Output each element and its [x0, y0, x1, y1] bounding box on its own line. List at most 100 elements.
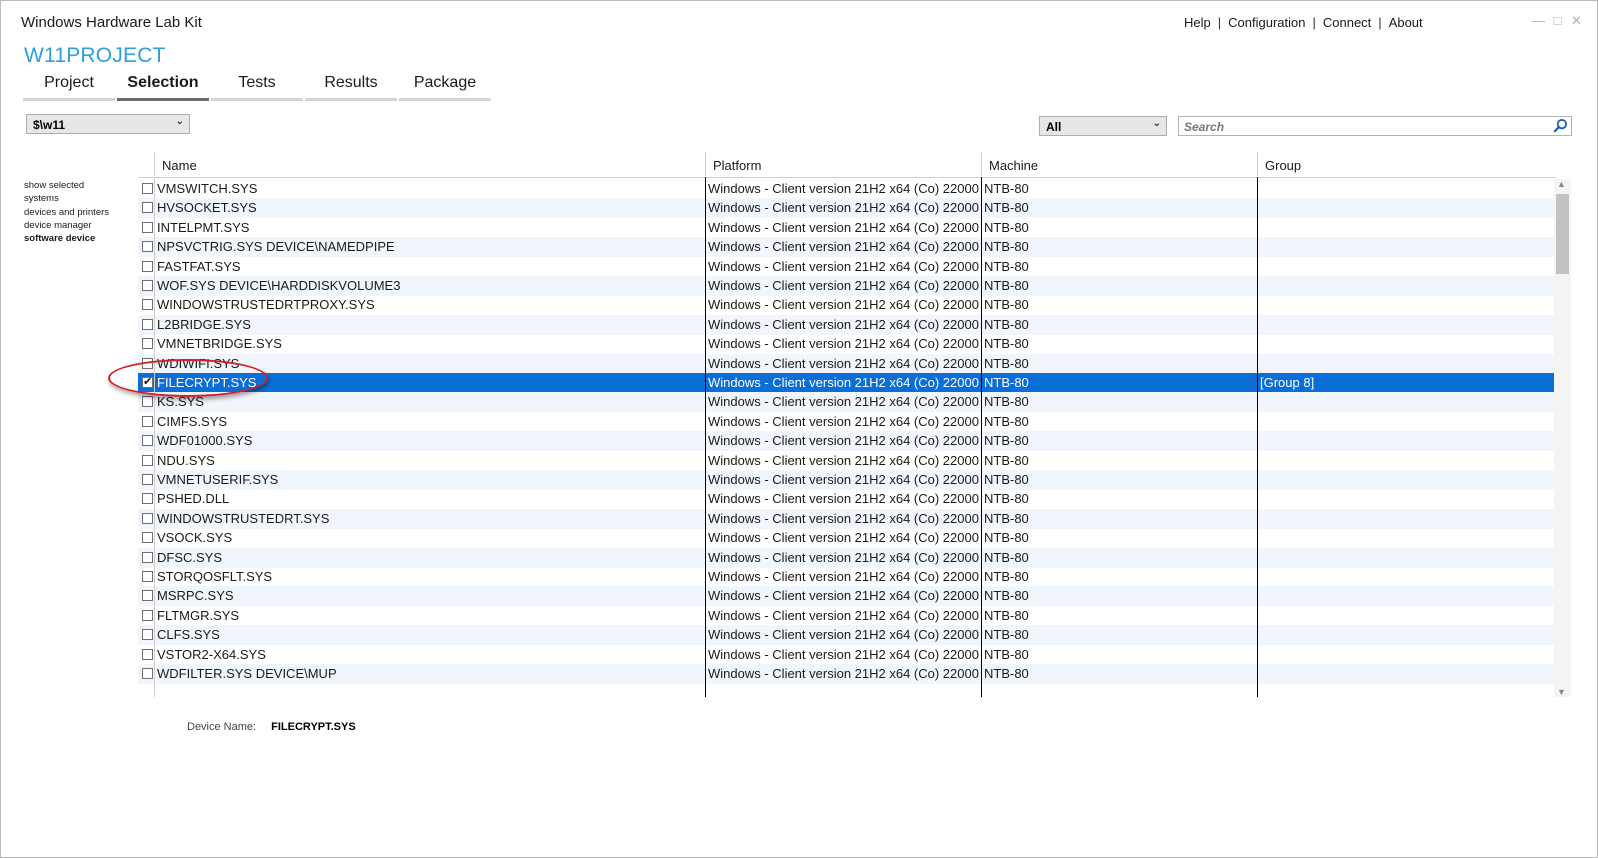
chevron-down-icon: ⌄ [1152, 118, 1161, 129]
table-row[interactable]: MSRPC.SYS Windows - Client version 21H2 x… [138, 586, 1556, 607]
table-row[interactable]: FLTMGR.SYS Windows - Client version 21H2 … [138, 606, 1556, 626]
table-row[interactable]: VMNETUSERIF.SYS Windows - Client version … [138, 470, 1556, 490]
row-checkbox[interactable] [142, 415, 153, 427]
side-nav-device-manager[interactable]: device manager [24, 219, 109, 232]
row-checkbox[interactable] [142, 493, 153, 505]
cell-machine: NTB-80 [984, 510, 1029, 526]
cell-platform: Windows - Client version 21H2 x64 (Co) 2… [708, 588, 979, 604]
row-checkbox[interactable] [142, 299, 153, 311]
machine-pool-select[interactable]: $\w11 ⌄ [26, 114, 190, 134]
cell-machine: NTB-80 [984, 627, 1029, 643]
table-row[interactable]: NPSVCTRIG.SYS DEVICE\NAMEDPIPE Windows - … [138, 237, 1556, 258]
cell-platform: Windows - Client version 21H2 x64 (Co) 2… [708, 607, 979, 623]
search-box[interactable]: Search [1178, 116, 1572, 136]
row-checkbox[interactable] [142, 590, 153, 602]
table-row[interactable]: FILECRYPT.SYS Windows - Client version 21… [138, 373, 1556, 393]
cell-machine: NTB-80 [984, 258, 1029, 274]
row-checkbox[interactable] [142, 668, 153, 679]
app-window: Windows Hardware Lab Kit Help | Configur… [0, 0, 1598, 858]
table-row[interactable]: WOF.SYS DEVICE\HARDDISKVOLUME3 Windows - … [138, 276, 1556, 296]
cell-platform: Windows - Client version 21H2 x64 (Co) 2… [708, 510, 979, 526]
row-checkbox[interactable] [142, 375, 153, 388]
tab-package[interactable]: Package [399, 74, 491, 101]
row-checkbox[interactable] [142, 571, 153, 582]
cell-machine: NTB-80 [984, 297, 1029, 313]
connect-link[interactable]: Connect [1323, 15, 1371, 30]
side-nav-show-selected[interactable]: show selected [24, 179, 109, 192]
table-row[interactable]: WINDOWSTRUSTEDRT.SYS Windows - Client ver… [138, 508, 1556, 529]
configuration-link[interactable]: Configuration [1228, 15, 1305, 30]
row-checkbox[interactable] [142, 260, 153, 272]
scroll-up-icon[interactable]: ▲ [1557, 179, 1566, 189]
row-checkbox[interactable] [142, 435, 153, 447]
table-row[interactable]: PSHED.DLL Windows - Client version 21H2 x… [138, 489, 1556, 509]
table-row[interactable]: CIMFS.SYS Windows - Client version 21H2 x… [138, 412, 1556, 432]
table-row[interactable]: STORQOSFLT.SYS Windows - Client version 2… [138, 567, 1556, 587]
table-row[interactable]: L2BRIDGE.SYS Windows - Client version 21H… [138, 314, 1556, 335]
side-nav-software-device[interactable]: software device [24, 232, 109, 245]
column-header-machine[interactable]: Machine [989, 158, 1038, 173]
grid-scrollbar[interactable]: ▲ ▼ [1554, 179, 1571, 697]
column-header-name[interactable]: Name [162, 158, 197, 173]
column-header-platform[interactable]: Platform [713, 158, 761, 173]
row-checkbox[interactable] [142, 551, 153, 563]
cell-machine: NTB-80 [984, 200, 1029, 216]
close-icon[interactable]: ✕ [1570, 13, 1583, 29]
cell-platform: Windows - Client version 21H2 x64 (Co) 2… [708, 316, 979, 332]
side-nav-systems[interactable]: systems [24, 192, 109, 205]
search-icon[interactable] [1553, 118, 1568, 133]
help-link[interactable]: Help [1184, 15, 1211, 30]
cell-name: WOF.SYS DEVICE\HARDDISKVOLUME3 [157, 278, 401, 293]
chevron-down-icon: ⌄ [175, 116, 184, 127]
row-checkbox[interactable] [142, 512, 153, 524]
cell-name: NDU.SYS [157, 452, 215, 468]
table-row[interactable]: VSTOR2-X64.SYS Windows - Client version 2… [138, 645, 1556, 665]
side-nav-devices-and-printers[interactable]: devices and printers [24, 206, 109, 219]
table-row[interactable]: NDU.SYS Windows - Client version 21H2 x64… [138, 451, 1556, 471]
row-checkbox[interactable] [142, 357, 153, 369]
table-row[interactable]: WDIWIFI.SYS Windows - Client version 21H2… [138, 353, 1556, 374]
tab-selection[interactable]: Selection [117, 74, 209, 101]
table-row[interactable]: VSOCK.SYS Windows - Client version 21H2 x… [138, 528, 1556, 548]
row-checkbox[interactable] [142, 474, 153, 485]
filter-select[interactable]: All ⌄ [1039, 116, 1167, 136]
minimize-icon[interactable]: — [1532, 13, 1545, 29]
row-checkbox[interactable] [142, 338, 153, 350]
table-row[interactable]: VMNETBRIDGE.SYS Windows - Client version … [138, 334, 1556, 354]
row-checkbox[interactable] [142, 532, 153, 544]
row-checkbox[interactable] [142, 280, 153, 291]
row-checkbox[interactable] [142, 629, 153, 641]
row-checkbox[interactable] [142, 183, 153, 194]
table-row[interactable]: VMSWITCH.SYS Windows - Client version 21H… [138, 179, 1556, 199]
table-row[interactable]: FASTFAT.SYS Windows - Client version 21H2… [138, 257, 1556, 277]
table-row[interactable]: HVSOCKET.SYS Windows - Client version 21H… [138, 198, 1556, 219]
tab-project[interactable]: Project [23, 74, 115, 101]
table-row[interactable]: DFSC.SYS Windows - Client version 21H2 x6… [138, 547, 1556, 568]
table-row[interactable]: WDFILTER.SYS DEVICE\MUP Windows - Client … [138, 664, 1556, 684]
row-checkbox[interactable] [142, 648, 153, 660]
row-checkbox[interactable] [142, 609, 153, 621]
cell-platform: Windows - Client version 21H2 x64 (Co) 2… [708, 666, 979, 681]
row-checkbox[interactable] [142, 454, 153, 466]
cell-name: VMNETUSERIF.SYS [157, 472, 279, 487]
table-row[interactable]: WINDOWSTRUSTEDRTPROXY.SYS Windows - Clien… [138, 295, 1556, 315]
table-row[interactable]: INTELPMT.SYS Windows - Client version 21H… [138, 218, 1556, 238]
table-row[interactable]: CLFS.SYS Windows - Client version 21H2 x6… [138, 625, 1556, 646]
row-checkbox[interactable] [142, 202, 153, 214]
side-nav: show selected systems devices and printe… [24, 179, 109, 245]
table-row[interactable]: WDF01000.SYS Windows - Client version 21H… [138, 431, 1556, 452]
maximize-icon[interactable]: □ [1551, 13, 1564, 29]
column-header-group[interactable]: Group [1265, 158, 1301, 173]
tab-results[interactable]: Results [305, 74, 397, 101]
row-checkbox[interactable] [142, 318, 153, 330]
row-checkbox[interactable] [142, 241, 153, 253]
app-title: Windows Hardware Lab Kit [21, 14, 202, 31]
scrollbar-thumb[interactable] [1556, 194, 1569, 274]
cell-group: [Group 8] [1260, 375, 1315, 390]
row-checkbox[interactable] [142, 396, 153, 408]
scroll-down-icon[interactable]: ▼ [1557, 687, 1566, 697]
tab-tests[interactable]: Tests [211, 74, 303, 101]
row-checkbox[interactable] [142, 221, 153, 233]
about-link[interactable]: About [1389, 15, 1423, 30]
table-row[interactable]: KS.SYS Windows - Client version 21H2 x64 … [138, 392, 1556, 413]
